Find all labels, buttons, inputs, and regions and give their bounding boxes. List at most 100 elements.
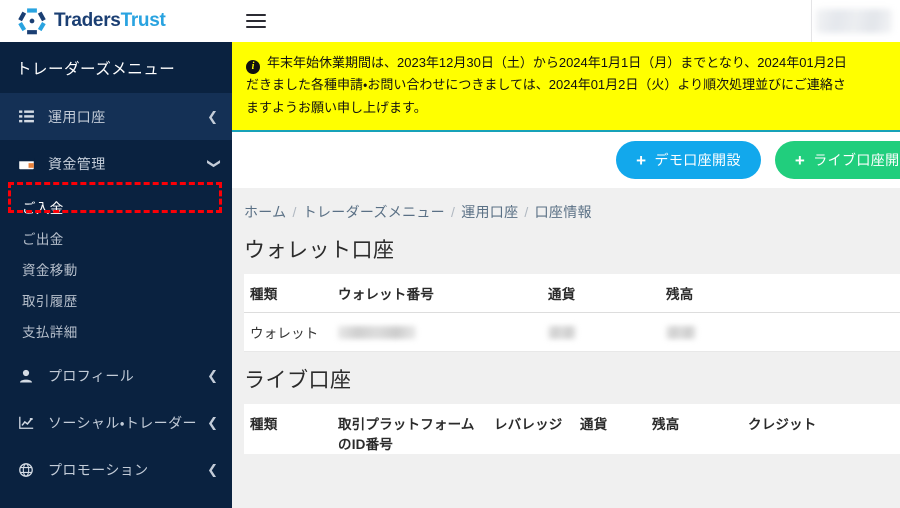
notice-text-line1: 年末年始休業期間は、2023年12月30日（土）から2024年1月1日（月）まで…	[267, 55, 847, 70]
wallet-table-head: 種類 ウォレット番号 通貨 残高	[244, 274, 900, 313]
sidebar-item-trading-accounts[interactable]: 運用口座 ❮	[0, 93, 232, 140]
sidebar-subitem-transfer[interactable]: 資金移動	[0, 253, 232, 284]
account-actions-bar: + デモ口座開設 + ライブ口座開設	[232, 132, 900, 188]
table-row: ウォレット	[244, 312, 900, 352]
breadcrumb-item-trading-accounts[interactable]: 運用口座	[461, 204, 518, 220]
live-col-credit: クレジット	[748, 404, 900, 454]
open-live-account-label: ライブ口座開設	[813, 152, 900, 168]
wallet-icon	[16, 156, 36, 172]
wallet-cell-balance	[666, 312, 900, 352]
sidebar-submenu: ご入金 ご出金 資金移動 取引履歴 支払詳細	[0, 187, 232, 352]
brand-logo[interactable]: TradersTrust	[0, 0, 232, 42]
wallet-col-currency: 通貨	[548, 274, 666, 313]
brand-name: TradersTrust	[54, 10, 166, 32]
sidebar-subitem-payment-details[interactable]: 支払詳細	[0, 315, 232, 346]
hamburger-line	[246, 25, 266, 29]
wallet-cell-type: ウォレット	[244, 312, 338, 352]
notice-line-3: ますようお願い申し上げます。	[246, 97, 888, 119]
breadcrumb-separator: /	[292, 204, 297, 220]
breadcrumb-separator: /	[524, 204, 529, 220]
redacted-value	[666, 326, 696, 340]
hamburger-line	[246, 13, 266, 17]
chart-icon	[16, 415, 36, 431]
breadcrumb-item-traders-menu[interactable]: トレーダーズメニュー	[303, 204, 445, 220]
wallet-cell-number	[338, 312, 548, 352]
plus-icon: +	[636, 150, 647, 170]
redacted-value	[548, 326, 576, 340]
live-col-balance: 残高	[652, 404, 748, 454]
wallet-section-title: ウォレット口座	[244, 239, 395, 262]
table-header-row: 種類 取引プラットフォームのID番号 レバレッジ 通貨 残高 クレジット	[244, 404, 900, 454]
open-demo-account-label: デモ口座開設	[654, 152, 741, 168]
redacted-value	[338, 326, 416, 340]
holiday-notice-banner: i 年末年始休業期間は、2023年12月30日（土）から2024年1月1日（月）ま…	[232, 42, 900, 132]
wallet-col-balance: 残高	[666, 274, 900, 313]
breadcrumb-item-account-info[interactable]: 口座情報	[535, 204, 592, 220]
sidebar-subitem-history[interactable]: 取引履歴	[0, 284, 232, 315]
chevron-left-icon: ❮	[207, 109, 218, 124]
sidebar-item-trading-platforms[interactable]: Trading Platforms ❮	[0, 493, 232, 508]
hexagon-logo-icon	[18, 7, 46, 35]
notice-text-line2: だきました各種申請・お問い合わせにつきましては、2024年01月2日（火）より順…	[246, 77, 846, 93]
open-live-account-button[interactable]: + ライブ口座開設	[774, 141, 900, 179]
hamburger-icon[interactable]	[246, 10, 266, 32]
notice-text-line3: ますようお願い申し上げます。	[246, 99, 427, 115]
sidebar-subitem-label: 支払詳細	[22, 324, 78, 340]
chevron-left-icon: ❮	[207, 368, 218, 383]
sidebar-subitem-label: 資金移動	[22, 262, 78, 278]
wallet-table-body: ウォレット	[244, 312, 900, 352]
notice-line-1: i 年末年始休業期間は、2023年12月30日（土）から2024年1月1日（月）ま…	[246, 52, 888, 74]
wallet-accounts-table: 種類 ウォレット番号 通貨 残高 ウォレット	[244, 274, 900, 352]
info-circle-icon: i	[246, 59, 260, 74]
wallet-cell-currency	[548, 312, 666, 352]
sidebar-item-social-trader[interactable]: ソーシャル・トレーダー ❮	[0, 399, 232, 446]
sidebar-subitem-label: ご入金	[22, 200, 64, 216]
wallet-col-number: ウォレット番号	[338, 274, 548, 313]
wallet-col-type: 種類	[244, 274, 338, 313]
sidebar-item-label: 資金管理	[48, 155, 106, 172]
sidebar-subitem-deposit[interactable]: ご入金	[0, 191, 232, 222]
live-section-title: ライブ口座	[244, 369, 352, 392]
user-account-menu[interactable]	[816, 9, 892, 33]
sidebar-item-label: ソーシャル・トレーダー	[48, 414, 197, 431]
chevron-left-icon: ❮	[207, 415, 218, 430]
table-header-row: 種類 ウォレット番号 通貨 残高	[244, 274, 900, 313]
page-content: ホーム / トレーダーズメニュー / 運用口座 / 口座情報 ウォレット口座 種類 ウォレッ…	[232, 188, 900, 454]
sidebar-item-label: 運用口座	[48, 108, 106, 125]
sidebar: TradersTrust トレーダーズメニュー 運用口座 ❮ 資金管理 ❮ ご入…	[0, 0, 232, 508]
sidebar-item-funds-management[interactable]: 資金管理 ❮	[0, 140, 232, 187]
sidebar-subitem-label: 取引履歴	[22, 293, 78, 309]
brand-name-part1: Traders	[54, 9, 121, 31]
wallet-col-number-label: ウォレット番号	[338, 287, 434, 302]
user-icon	[16, 368, 36, 384]
live-accounts-table: 種類 取引プラットフォームのID番号 レバレッジ 通貨 残高 クレジット MT4…	[244, 404, 900, 454]
app-root: TradersTrust トレーダーズメニュー 運用口座 ❮ 資金管理 ❮ ご入…	[0, 0, 900, 508]
live-col-leverage: レバレッジ	[494, 404, 580, 454]
sidebar-item-label: プロモーション	[48, 461, 149, 478]
globe-icon	[16, 462, 36, 478]
sidebar-item-promotions[interactable]: プロモーション ❮	[0, 446, 232, 493]
sidebar-item-label: プロフィール	[48, 367, 135, 384]
sidebar-subitem-label: ご出金	[22, 231, 64, 247]
hamburger-line	[246, 19, 266, 23]
plus-icon: +	[794, 150, 806, 170]
list-icon	[16, 109, 36, 125]
sidebar-item-profile[interactable]: プロフィール ❮	[0, 352, 232, 399]
notice-line-2: だきました各種申請・お問い合わせにつきましては、2024年01月2日（火）より順…	[246, 74, 888, 96]
top-bar	[232, 0, 900, 42]
breadcrumb-item-home[interactable]: ホーム	[244, 204, 286, 220]
main-area: i 年末年始休業期間は、2023年12月30日（土）から2024年1月1日（月）ま…	[232, 0, 900, 508]
live-col-platform-id: 取引プラットフォームのID番号	[338, 404, 494, 454]
chevron-left-icon: ❮	[207, 462, 218, 477]
sidebar-menu-title: トレーダーズメニュー	[0, 42, 232, 93]
live-col-type: 種類	[244, 404, 338, 454]
brand-name-part2: Trust	[120, 9, 166, 31]
topbar-divider	[811, 0, 812, 42]
live-table-head: 種類 取引プラットフォームのID番号 レバレッジ 通貨 残高 クレジット	[244, 404, 900, 454]
breadcrumb: ホーム / トレーダーズメニュー / 運用口座 / 口座情報	[232, 202, 900, 222]
chevron-down-icon: ❮	[205, 158, 221, 169]
sidebar-subitem-withdraw[interactable]: ご出金	[0, 222, 232, 253]
live-col-currency: 通貨	[580, 404, 652, 454]
open-demo-account-button[interactable]: + デモ口座開設	[616, 141, 761, 179]
breadcrumb-separator: /	[451, 204, 456, 220]
